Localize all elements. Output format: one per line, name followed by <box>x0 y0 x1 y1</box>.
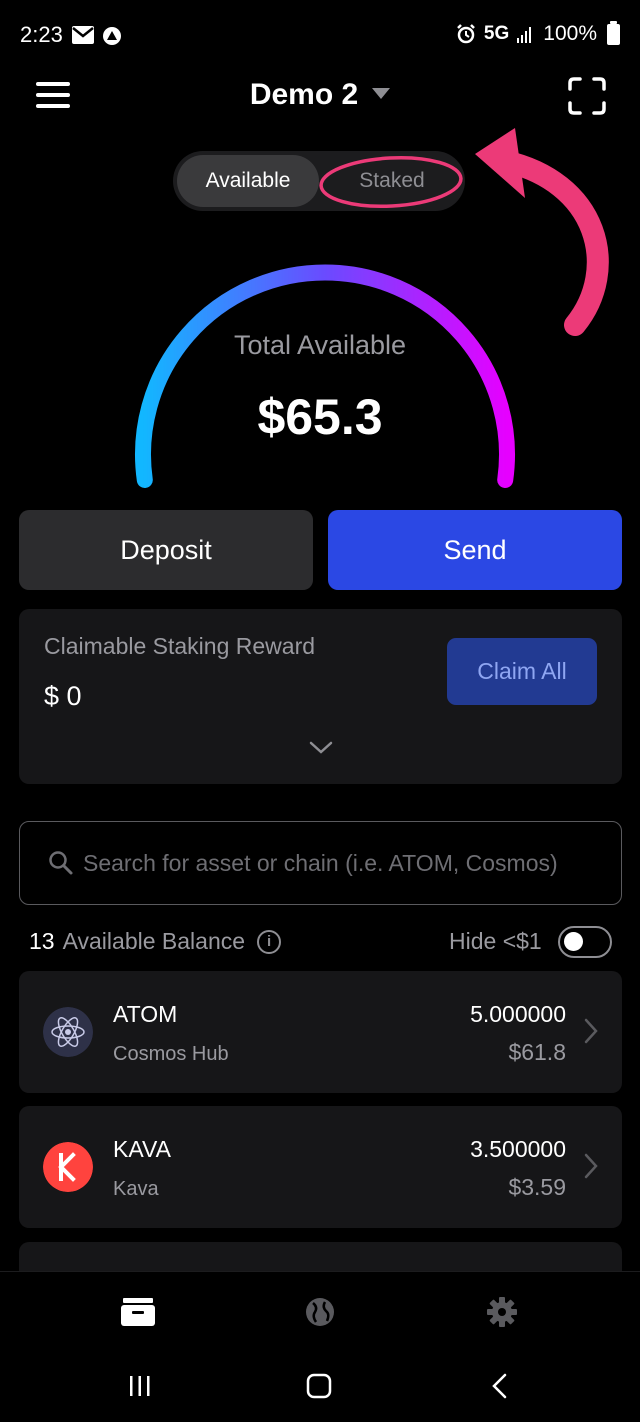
home-icon[interactable] <box>306 1373 332 1399</box>
tab-available[interactable]: Available <box>177 155 319 207</box>
asset-chain: Kava <box>113 1178 159 1200</box>
reward-title: Claimable Staking Reward <box>44 633 316 659</box>
battery-icon <box>607 20 620 45</box>
search-input[interactable] <box>83 842 598 884</box>
deposit-button[interactable]: Deposit <box>19 510 313 590</box>
asset-row-kava[interactable]: KAVA Kava 3.500000 $3.59 <box>19 1106 622 1228</box>
asset-amount: 5.000000 <box>470 1001 566 1027</box>
asset-value: $3.59 <box>508 1174 566 1200</box>
search-icon <box>49 851 73 875</box>
alarm-icon <box>457 24 475 44</box>
chevron-right-icon <box>584 1153 598 1179</box>
staking-reward-card: Claimable Staking Reward $ 0 Claim All <box>19 609 622 784</box>
search-box <box>19 821 622 905</box>
globe-icon[interactable] <box>305 1297 335 1327</box>
asset-symbol: KAVA <box>113 1136 171 1162</box>
back-icon[interactable] <box>490 1373 508 1399</box>
chevron-right-icon <box>584 1018 598 1044</box>
toggle-knob <box>564 932 583 951</box>
status-time: 2:23 <box>20 22 63 47</box>
chevron-down-icon[interactable] <box>309 741 333 755</box>
reward-value: $ 0 <box>44 681 82 711</box>
balance-label: Available Balance <box>62 928 246 954</box>
signal-icon <box>517 27 532 43</box>
gauge-arc <box>135 264 515 488</box>
gmail-icon <box>72 26 94 44</box>
asset-row-atom[interactable]: ATOM Cosmos Hub 5.000000 $61.8 <box>19 971 622 1093</box>
asset-chain: Cosmos Hub <box>113 1043 229 1065</box>
caret-down-icon <box>372 87 391 99</box>
status-right: 5G 100% <box>456 20 620 46</box>
total-available-value: $65.3 <box>257 389 383 445</box>
network-type: 5G <box>483 23 510 44</box>
asset-symbol: ATOM <box>113 1001 178 1027</box>
annotation-circle <box>319 156 463 208</box>
annotation-arrow-head <box>475 128 525 198</box>
gauge-label: Total Available <box>233 330 407 360</box>
hide-small-toggle[interactable] <box>558 926 612 958</box>
recent-apps-icon[interactable] <box>128 1374 152 1398</box>
scan-frame-icon[interactable] <box>568 77 606 115</box>
asset-amount: 3.500000 <box>470 1136 566 1162</box>
kava-logo-icon <box>43 1142 93 1192</box>
wallet-selector[interactable]: Demo 2 <box>0 78 640 112</box>
notification-app-icon <box>103 27 121 45</box>
battery-percent: 100% <box>543 22 597 45</box>
balance-count: 13 <box>29 928 55 954</box>
wallet-name: Demo 2 <box>249 78 359 111</box>
balance-header: 13 Available Balance i <box>29 928 282 955</box>
claim-all-button[interactable]: Claim All <box>447 638 597 705</box>
send-button[interactable]: Send <box>328 510 622 590</box>
info-icon[interactable]: i <box>257 929 282 954</box>
atom-logo-icon <box>43 1007 93 1057</box>
gear-icon[interactable] <box>487 1297 517 1327</box>
asset-value: $61.8 <box>508 1039 566 1065</box>
wallet-icon[interactable] <box>121 1296 155 1326</box>
bottom-nav <box>0 1271 640 1422</box>
hide-small-label: Hide <$1 <box>449 928 542 954</box>
